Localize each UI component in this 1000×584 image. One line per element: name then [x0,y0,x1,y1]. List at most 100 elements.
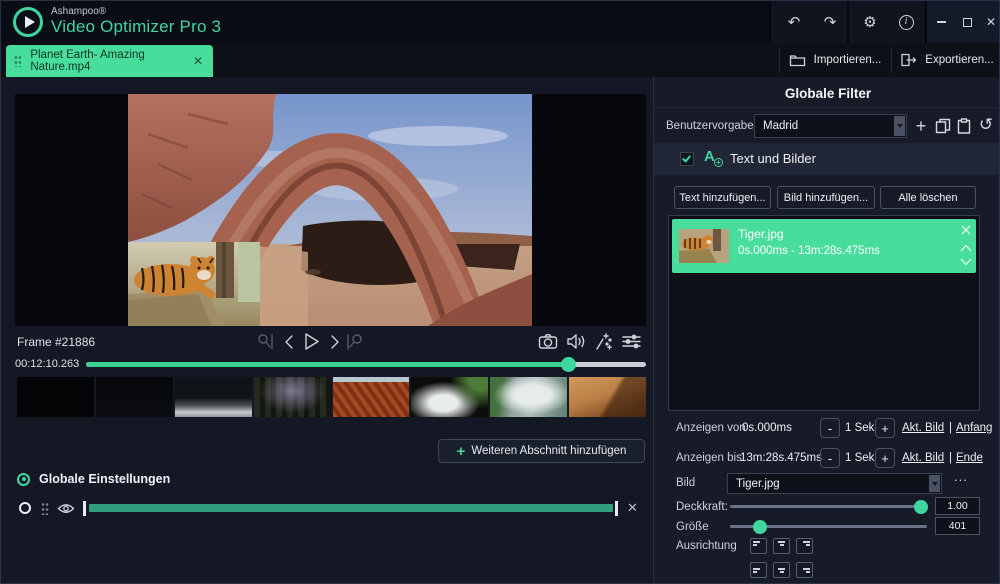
align-middle-center-button[interactable] [773,562,790,578]
paste-preset-button[interactable] [957,118,971,134]
add-text-button[interactable]: Text hinzufügen... [674,186,771,209]
title-bar: Ashampoo® Video Optimizer Pro 3 ↶ ↷ ⚙ i … [1,1,1000,43]
export-button[interactable]: Exportieren... [893,43,1000,77]
video-preview-area [15,94,646,326]
add-section-label: Weiteren Abschnitt hinzufügen [471,445,626,457]
settings-gear-button[interactable]: ⚙ [853,1,887,43]
set-start-marker-icon[interactable] [257,333,275,351]
show-to-minus-button[interactable]: - [820,448,840,468]
size-slider-handle[interactable] [753,520,767,534]
align-middle-left-button[interactable] [750,562,767,578]
align-top-left-button[interactable] [750,538,767,554]
copy-preset-button[interactable] [935,118,951,134]
volume-speaker-icon[interactable] [566,333,586,350]
previous-frame-button[interactable] [283,334,295,350]
overlay-item-time-range: 0s.000ms - 13m:28s.475ms [738,245,880,257]
section-range-bar[interactable] [89,504,613,512]
timeline-slider[interactable] [86,362,646,367]
maximize-button[interactable] [955,1,979,43]
range-end-handle[interactable] [615,501,618,516]
video-tab[interactable]: Planet Earth- Amazing Nature.mp4 ✕ [6,45,213,77]
global-filter-panel: Globale Filter Benutzervorgaben Madrid +… [653,77,1000,584]
import-button[interactable]: Importieren... [781,43,889,77]
overlay-item-thumbnail [679,229,729,263]
overlay-item-name: Tiger.jpg [738,227,784,241]
minimize-button[interactable] [929,1,953,43]
size-value-input[interactable] [935,517,980,535]
thumbnail[interactable] [569,377,646,417]
align-middle-right-button[interactable] [796,562,813,578]
link-separator: | [949,422,952,434]
adjustments-sliders-icon[interactable] [621,333,642,350]
thumbnail[interactable] [411,377,488,417]
set-end-marker-icon[interactable] [345,333,363,351]
magic-wand-icon[interactable] [594,332,614,351]
add-section-button[interactable]: + Weiteren Abschnitt hinzufügen [438,439,645,463]
close-window-button[interactable]: ✕ [979,1,1000,43]
text-images-checkbox[interactable] [680,152,694,166]
align-top-center-button[interactable] [773,538,790,554]
thumbnail[interactable] [490,377,567,417]
thumbnail[interactable] [96,377,173,417]
delete-section-icon[interactable]: ✕ [627,500,638,516]
reset-preset-button[interactable]: ↺ [976,115,996,135]
image-label: Bild [676,477,695,489]
snapshot-camera-icon[interactable] [538,333,558,350]
redo-button[interactable]: ↷ [813,1,847,43]
info-button[interactable]: i [889,1,923,43]
checkmark-icon [682,153,691,162]
add-preset-button[interactable]: + [910,117,932,135]
show-to-end-link[interactable]: Ende [956,452,983,464]
show-to-current-frame-link[interactable]: Akt. Bild [902,452,944,464]
minimize-icon [937,21,946,23]
show-from-minus-button[interactable]: - [820,418,840,438]
show-to-plus-button[interactable]: + [875,448,895,468]
show-from-current-frame-link[interactable]: Akt. Bild [902,422,944,434]
add-image-button[interactable]: Bild hinzufügen... [777,186,875,209]
delete-all-button[interactable]: Alle löschen [880,186,976,209]
image-dropdown[interactable]: Tiger.jpg [727,473,942,494]
titlebar-separator [847,1,849,43]
thumbnail[interactable] [175,377,252,417]
overlay-list[interactable]: Tiger.jpg 0s.000ms - 13m:28s.475ms [668,215,980,411]
tab-bar: Planet Earth- Amazing Nature.mp4 ✕ Impor… [1,43,1000,77]
browse-image-button[interactable]: ... [954,469,968,484]
move-overlay-up-icon[interactable] [960,242,972,254]
thumbnail[interactable] [254,377,331,417]
thumbnail[interactable] [333,377,410,417]
step-label: 1 Sek [845,452,874,464]
show-from-plus-button[interactable]: + [875,418,895,438]
undo-button[interactable]: ↶ [777,1,811,43]
range-start-handle[interactable] [83,501,86,516]
tabbar-separator [779,47,780,73]
current-time-label: 00:12:10.263 [15,358,79,370]
tiger-image-overlay[interactable] [128,242,260,326]
opacity-value-input[interactable] [935,497,980,515]
overlay-list-item[interactable]: Tiger.jpg 0s.000ms - 13m:28s.475ms [672,219,976,273]
opacity-slider-handle[interactable] [914,500,928,514]
align-top-right-button[interactable] [796,538,813,554]
panel-title: Globale Filter [654,86,1000,101]
plus-icon: + [457,444,466,459]
brand-name: Ashampoo® [51,6,106,17]
opacity-slider[interactable] [730,505,927,508]
drag-handle-icon[interactable] [14,55,21,67]
show-from-start-link[interactable]: Anfang [956,422,992,434]
remove-overlay-icon[interactable] [960,224,972,236]
timeline-handle[interactable] [561,357,576,372]
section-radio-icon[interactable] [19,502,31,514]
visibility-eye-icon[interactable] [57,502,75,520]
step-label: 1 Sek [845,422,874,434]
next-frame-button[interactable] [329,334,341,350]
tab-close-icon[interactable]: ✕ [193,54,203,68]
size-slider[interactable] [730,525,927,528]
move-overlay-down-icon[interactable] [960,256,972,268]
alignment-label: Ausrichtung [676,540,737,552]
play-button[interactable] [303,332,320,351]
thumbnail[interactable] [17,377,94,417]
preset-dropdown[interactable]: Madrid [754,114,907,138]
preset-value: Madrid [763,120,798,132]
folder-icon [789,53,806,67]
close-icon: ✕ [986,15,996,29]
drag-handle-icon[interactable] [41,502,49,515]
